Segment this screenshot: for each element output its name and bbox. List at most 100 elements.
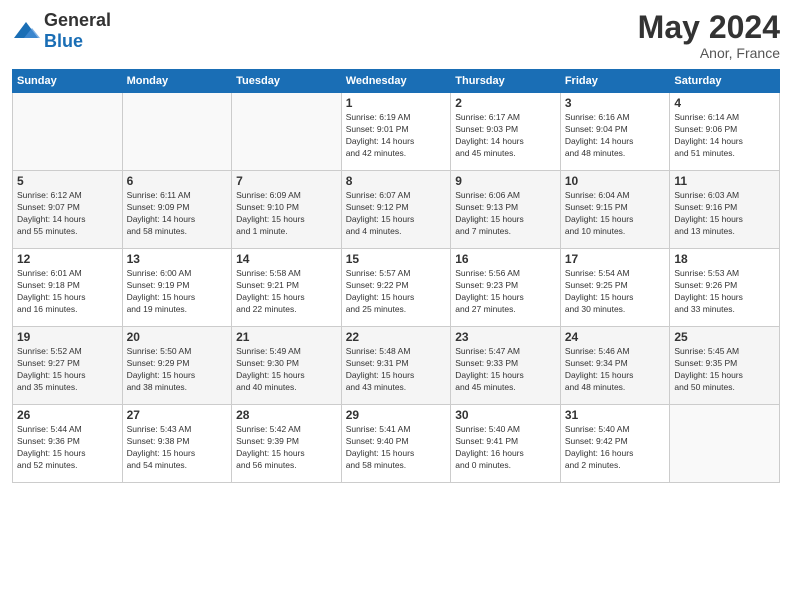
day-number: 24 [565,330,666,344]
day-info: Sunrise: 5:40 AM Sunset: 9:41 PM Dayligh… [455,424,556,472]
table-cell: 22Sunrise: 5:48 AM Sunset: 9:31 PM Dayli… [341,327,451,405]
col-tuesday: Tuesday [232,70,342,93]
day-number: 10 [565,174,666,188]
week-row-3: 12 Sunrise: 6:01 AM Sunset: 9:18 PM Dayli… [13,249,780,327]
day-info: Sunrise: 6:09 AM Sunset: 9:10 PM Dayligh… [236,190,337,238]
col-thursday: Thursday [451,70,561,93]
day-number: 31 [565,408,666,422]
day-number: 30 [455,408,556,422]
table-cell: 25 Sunrise: 5:45 AM Sunset: 9:35 PM Dayli… [670,327,780,405]
day-number: 19 [17,330,118,344]
calendar-table: Sunday Monday Tuesday Wednesday Thursday… [12,69,780,483]
table-cell: 24Sunrise: 5:46 AM Sunset: 9:34 PM Dayli… [560,327,670,405]
day-info: Sunrise: 5:43 AM Sunset: 9:38 PM Dayligh… [127,424,228,472]
day-info: Sunrise: 5:42 AM Sunset: 9:39 PM Dayligh… [236,424,337,472]
table-cell [670,405,780,483]
day-number: 23 [455,330,556,344]
table-cell: 18Sunrise: 5:53 AM Sunset: 9:26 PM Dayli… [670,249,780,327]
table-cell: 17 Sunrise: 5:54 AM Sunset: 9:25 PM Dayli… [560,249,670,327]
table-cell [13,93,123,171]
table-cell: 21 Sunrise: 5:49 AM Sunset: 9:30 PM Dayli… [232,327,342,405]
table-cell: 16Sunrise: 5:56 AM Sunset: 9:23 PM Dayli… [451,249,561,327]
table-cell: 20Sunrise: 5:50 AM Sunset: 9:29 PM Dayli… [122,327,232,405]
header-row: Sunday Monday Tuesday Wednesday Thursday… [13,70,780,93]
logo: General Blue [12,10,111,52]
table-cell: 15 Sunrise: 5:57 AM Sunset: 9:22 PM Dayli… [341,249,451,327]
day-number: 1 [346,96,447,110]
week-row-5: 26Sunrise: 5:44 AM Sunset: 9:36 PM Dayli… [13,405,780,483]
day-info: Sunrise: 5:57 AM Sunset: 9:22 PM Dayligh… [346,268,447,316]
day-info: Sunrise: 5:54 AM Sunset: 9:25 PM Dayligh… [565,268,666,316]
day-info: Sunrise: 5:50 AM Sunset: 9:29 PM Dayligh… [127,346,228,394]
table-cell: 3Sunrise: 6:16 AM Sunset: 9:04 PM Daylig… [560,93,670,171]
day-number: 6 [127,174,228,188]
day-number: 18 [674,252,775,266]
day-number: 17 [565,252,666,266]
day-info: Sunrise: 5:52 AM Sunset: 9:27 PM Dayligh… [17,346,118,394]
table-cell: 31Sunrise: 5:40 AM Sunset: 9:42 PM Dayli… [560,405,670,483]
location: Anor, France [638,45,780,61]
day-number: 9 [455,174,556,188]
table-cell: 10 Sunrise: 6:04 AM Sunset: 9:15 PM Dayli… [560,171,670,249]
day-number: 14 [236,252,337,266]
day-number: 16 [455,252,556,266]
day-info: Sunrise: 6:03 AM Sunset: 9:16 PM Dayligh… [674,190,775,238]
day-info: Sunrise: 5:41 AM Sunset: 9:40 PM Dayligh… [346,424,447,472]
page-container: General Blue May 2024 Anor, France Sunda… [0,0,792,493]
day-info: Sunrise: 5:49 AM Sunset: 9:30 PM Dayligh… [236,346,337,394]
col-monday: Monday [122,70,232,93]
day-info: Sunrise: 5:45 AM Sunset: 9:35 PM Dayligh… [674,346,775,394]
table-cell: 26Sunrise: 5:44 AM Sunset: 9:36 PM Dayli… [13,405,123,483]
logo-general: General [44,10,111,30]
day-number: 5 [17,174,118,188]
table-cell: 27 Sunrise: 5:43 AM Sunset: 9:38 PM Dayli… [122,405,232,483]
month-year: May 2024 [638,10,780,45]
day-number: 3 [565,96,666,110]
table-cell: 7Sunrise: 6:09 AM Sunset: 9:10 PM Daylig… [232,171,342,249]
day-info: Sunrise: 5:48 AM Sunset: 9:31 PM Dayligh… [346,346,447,394]
day-number: 21 [236,330,337,344]
table-cell: 9 Sunrise: 6:06 AM Sunset: 9:13 PM Daylig… [451,171,561,249]
day-number: 15 [346,252,447,266]
day-number: 29 [346,408,447,422]
day-number: 11 [674,174,775,188]
table-cell: 1 Sunrise: 6:19 AM Sunset: 9:01 PM Daylig… [341,93,451,171]
day-info: Sunrise: 6:07 AM Sunset: 9:12 PM Dayligh… [346,190,447,238]
day-number: 13 [127,252,228,266]
col-friday: Friday [560,70,670,93]
day-number: 12 [17,252,118,266]
day-number: 2 [455,96,556,110]
day-info: Sunrise: 6:00 AM Sunset: 9:19 PM Dayligh… [127,268,228,316]
table-cell: 2Sunrise: 6:17 AM Sunset: 9:03 PM Daylig… [451,93,561,171]
table-cell: 8 Sunrise: 6:07 AM Sunset: 9:12 PM Daylig… [341,171,451,249]
day-number: 27 [127,408,228,422]
title-block: May 2024 Anor, France [638,10,780,61]
day-info: Sunrise: 6:19 AM Sunset: 9:01 PM Dayligh… [346,112,447,160]
day-info: Sunrise: 6:14 AM Sunset: 9:06 PM Dayligh… [674,112,775,160]
table-cell: 30 Sunrise: 5:40 AM Sunset: 9:41 PM Dayli… [451,405,561,483]
table-cell [232,93,342,171]
day-info: Sunrise: 6:04 AM Sunset: 9:15 PM Dayligh… [565,190,666,238]
col-saturday: Saturday [670,70,780,93]
table-cell: 23 Sunrise: 5:47 AM Sunset: 9:33 PM Dayli… [451,327,561,405]
col-sunday: Sunday [13,70,123,93]
day-info: Sunrise: 6:12 AM Sunset: 9:07 PM Dayligh… [17,190,118,238]
table-cell: 14Sunrise: 5:58 AM Sunset: 9:21 PM Dayli… [232,249,342,327]
logo-blue: Blue [44,31,83,51]
day-info: Sunrise: 6:11 AM Sunset: 9:09 PM Dayligh… [127,190,228,238]
col-wednesday: Wednesday [341,70,451,93]
day-number: 8 [346,174,447,188]
week-row-4: 19 Sunrise: 5:52 AM Sunset: 9:27 PM Dayli… [13,327,780,405]
week-row-2: 5 Sunrise: 6:12 AM Sunset: 9:07 PM Daylig… [13,171,780,249]
day-info: Sunrise: 6:01 AM Sunset: 9:18 PM Dayligh… [17,268,118,316]
day-number: 28 [236,408,337,422]
day-number: 25 [674,330,775,344]
logo-text: General Blue [44,10,111,52]
table-cell: 4Sunrise: 6:14 AM Sunset: 9:06 PM Daylig… [670,93,780,171]
day-info: Sunrise: 6:06 AM Sunset: 9:13 PM Dayligh… [455,190,556,238]
table-cell: 13 Sunrise: 6:00 AM Sunset: 9:19 PM Dayli… [122,249,232,327]
table-cell: 12 Sunrise: 6:01 AM Sunset: 9:18 PM Dayli… [13,249,123,327]
table-cell: 5 Sunrise: 6:12 AM Sunset: 9:07 PM Daylig… [13,171,123,249]
table-cell: 29 Sunrise: 5:41 AM Sunset: 9:40 PM Dayli… [341,405,451,483]
day-info: Sunrise: 5:47 AM Sunset: 9:33 PM Dayligh… [455,346,556,394]
